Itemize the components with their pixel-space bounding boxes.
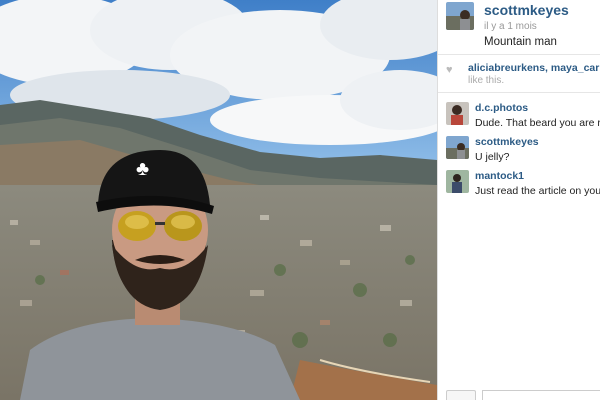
post-sidebar: scottmkeyes il y a 1 mois Mountain man ♥… — [437, 0, 600, 400]
heart-icon[interactable]: ♥ — [446, 64, 453, 76]
like-button[interactable] — [446, 390, 476, 400]
divider — [438, 54, 600, 55]
comment-username[interactable]: scottmkeyes — [475, 136, 539, 148]
post-caption: Mountain man — [484, 36, 557, 48]
divider — [438, 92, 600, 93]
comment-item: d.c.photos Dude. That beard you are roc — [446, 102, 600, 132]
likes-suffix: like this. — [468, 75, 505, 86]
avatar[interactable] — [446, 2, 474, 30]
comment-text: U jelly? — [475, 151, 510, 163]
comment-username[interactable]: d.c.photos — [475, 102, 528, 114]
avatar[interactable] — [446, 102, 469, 125]
post-photo[interactable]: ♣ — [0, 0, 437, 400]
post-username[interactable]: scottmkeyes — [484, 2, 569, 18]
avatar[interactable] — [446, 170, 469, 193]
comment-bar — [438, 390, 600, 400]
comment-text: Dude. That beard you are roc — [475, 117, 600, 129]
liker-usernames[interactable]: aliciabreurkens, maya_carpedi — [468, 62, 600, 74]
photo-image: ♣ — [0, 0, 437, 400]
post-header: scottmkeyes il y a 1 mois Mountain man — [446, 2, 600, 52]
svg-text:♣: ♣ — [136, 158, 149, 180]
comment-username[interactable]: mantock1 — [475, 170, 524, 182]
comment-input[interactable] — [482, 390, 600, 400]
comment-item: mantock1 Just read the article on you , — [446, 170, 600, 200]
post-timestamp: il y a 1 mois — [484, 21, 537, 32]
comment-item: scottmkeyes U jelly? — [446, 136, 600, 166]
comment-text: Just read the article on you , — [475, 185, 600, 197]
avatar[interactable] — [446, 136, 469, 159]
